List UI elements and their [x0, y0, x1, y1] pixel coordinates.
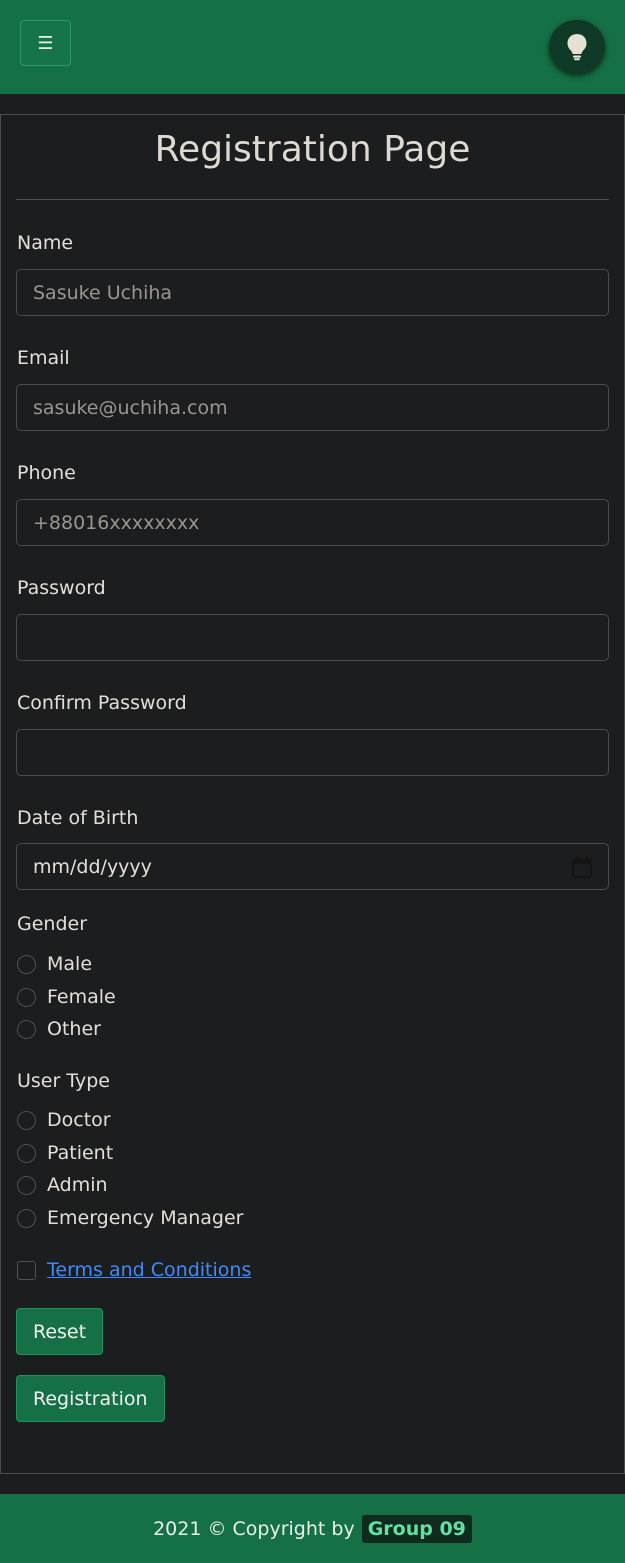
registration-button[interactable]: Registration — [16, 1375, 165, 1422]
email-label: Email — [17, 347, 70, 369]
user-type-option-patient[interactable]: Patient — [17, 1142, 113, 1164]
gender-other-label: Other — [47, 1018, 101, 1040]
menu-toggle-button[interactable]: ☰ — [20, 20, 71, 66]
gender-female-label: Female — [47, 986, 116, 1008]
menu-icon: ☰ — [37, 32, 54, 54]
name-label: Name — [17, 232, 74, 254]
registration-card: Registration Page Name Email Phone Passw… — [0, 114, 625, 1474]
dob-input[interactable]: mm/dd/yyyy — [16, 843, 609, 890]
user-type-option-admin[interactable]: Admin — [17, 1174, 108, 1196]
password-input[interactable] — [16, 614, 609, 661]
gender-option-female[interactable]: Female — [17, 986, 116, 1008]
password-label: Password — [17, 577, 106, 599]
navbar: ☰ — [0, 0, 625, 94]
gender-option-other[interactable]: Other — [17, 1018, 101, 1040]
gender-female-radio[interactable] — [17, 987, 36, 1007]
title-divider — [16, 199, 609, 200]
reset-button[interactable]: Reset — [16, 1308, 104, 1355]
phone-label: Phone — [17, 462, 76, 484]
name-input[interactable] — [16, 269, 609, 316]
gender-male-radio[interactable] — [17, 954, 36, 974]
confirm-password-input[interactable] — [16, 729, 609, 776]
group-badge: Group 09 — [361, 1514, 472, 1543]
user-type-admin-label: Admin — [47, 1174, 108, 1196]
user-type-patient-label: Patient — [47, 1142, 114, 1164]
terms-row: Terms and Conditions — [17, 1259, 251, 1281]
theme-toggle-button[interactable] — [549, 20, 605, 74]
gender-option-male[interactable]: Male — [17, 953, 92, 975]
user-type-doctor-label: Doctor — [47, 1109, 111, 1131]
copyright-text: 2021 © Copyright by — [153, 1517, 355, 1540]
email-input[interactable] — [16, 384, 609, 431]
gender-other-radio[interactable] — [17, 1019, 36, 1039]
user-type-option-emergency-manager[interactable]: Emergency Manager — [17, 1207, 244, 1229]
user-type-emergency-manager-radio[interactable] — [17, 1208, 36, 1228]
user-type-doctor-radio[interactable] — [17, 1110, 36, 1130]
terms-checkbox[interactable] — [17, 1260, 36, 1280]
user-type-patient-radio[interactable] — [17, 1143, 36, 1163]
user-type-emergency-manager-label: Emergency Manager — [47, 1207, 244, 1229]
gender-label: Gender — [17, 913, 88, 935]
dob-label: Date of Birth — [17, 807, 139, 829]
gender-male-label: Male — [47, 953, 93, 975]
user-type-label: User Type — [17, 1070, 110, 1092]
terms-link[interactable]: Terms and Conditions — [47, 1259, 251, 1281]
user-type-option-doctor[interactable]: Doctor — [17, 1109, 111, 1131]
confirm-password-label: Confirm Password — [17, 692, 187, 714]
page-title: Registration Page — [154, 129, 471, 170]
phone-input[interactable] — [16, 499, 609, 546]
footer: 2021 © Copyright by Group 09 — [0, 1494, 625, 1563]
lightbulb-icon — [567, 34, 587, 61]
user-type-admin-radio[interactable] — [17, 1175, 36, 1195]
dob-placeholder: mm/dd/yyyy — [33, 855, 152, 878]
calendar-icon[interactable] — [572, 855, 592, 878]
